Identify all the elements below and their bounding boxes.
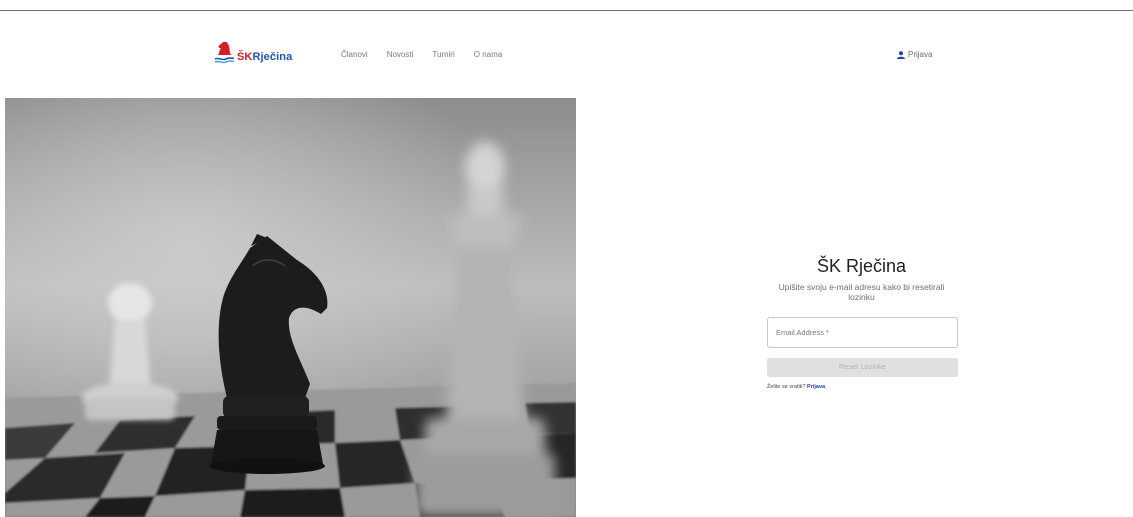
nav-item-novosti[interactable]: Novosti — [387, 50, 414, 59]
club-logo[interactable]: ŠKRječina — [214, 38, 292, 68]
login-link[interactable]: Prijava — [897, 50, 932, 59]
nav-item-turniri[interactable]: Turniri — [432, 50, 454, 59]
back-text: Želite se vratiti? — [767, 384, 806, 390]
nav-item-clanovi[interactable]: Članovi — [341, 50, 368, 59]
logo-prefix: ŠK — [237, 51, 253, 63]
chess-pieces-photo — [5, 98, 576, 517]
knight-wave-icon — [214, 41, 234, 64]
reset-title: ŠK Rječina — [816, 256, 907, 276]
logo-text: ŠKRječina — [237, 51, 292, 63]
logo-name: Rječina — [252, 51, 293, 63]
email-input[interactable] — [768, 318, 957, 347]
site-header: ŠKRječina Članovi Novosti Turniri O nama… — [0, 36, 1133, 76]
nav-item-o-nama[interactable]: O nama — [474, 50, 502, 59]
reset-subtitle: Upišite svoju e-mail adresu kako bi rese… — [778, 282, 945, 302]
main-nav: Članovi Novosti Turniri O nama — [341, 50, 521, 59]
back-to-login: Želite se vratiti? Prijava — [767, 384, 825, 390]
back-login-link[interactable]: Prijava — [807, 384, 825, 390]
reset-password-button[interactable]: Reset Lozinke — [767, 358, 958, 377]
reset-password-card: ŠK Rječina Upišite svoju e-mail adresu k… — [757, 256, 966, 390]
user-icon — [897, 50, 905, 59]
login-link-label: Prijava — [908, 50, 933, 59]
top-divider — [0, 10, 1133, 11]
email-field — [767, 317, 958, 348]
